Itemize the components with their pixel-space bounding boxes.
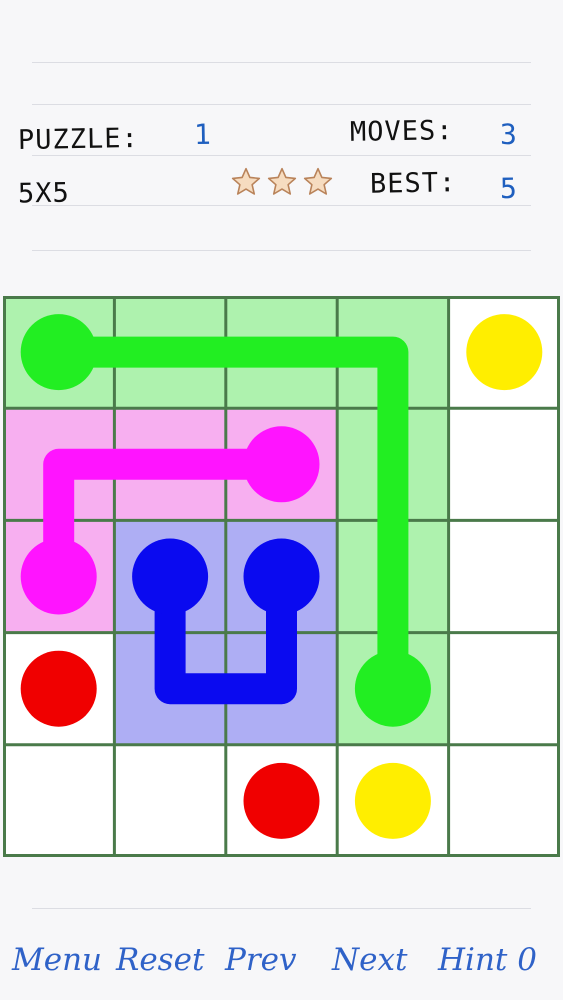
green-endpoint-dot[interactable] (354, 650, 431, 727)
board-cell[interactable] (448, 632, 560, 745)
green-endpoint-dot[interactable] (20, 314, 97, 391)
red-endpoint-dot[interactable] (20, 650, 97, 727)
moves-count: 3 (499, 117, 518, 152)
star-icon (303, 167, 333, 195)
prev-button[interactable]: Prev (225, 942, 297, 978)
next-button[interactable]: Next (332, 942, 407, 978)
yellow-endpoint-dot[interactable] (354, 762, 431, 839)
puzzle-label: PUZZLE: (17, 122, 140, 157)
best-score: 5 (499, 171, 518, 206)
reset-button[interactable]: Reset (116, 942, 204, 978)
blue-endpoint-dot[interactable] (243, 538, 320, 615)
red-endpoint-dot[interactable] (243, 762, 320, 839)
menu-button[interactable]: Menu (12, 942, 102, 978)
blue-endpoint-dot[interactable] (132, 538, 209, 615)
paper-line (32, 155, 531, 156)
board-cell[interactable] (448, 408, 560, 521)
best-label: BEST: (369, 167, 457, 200)
paper-line (32, 62, 531, 63)
rating-stars (230, 166, 334, 198)
board-size-label: 5X5 (17, 177, 71, 210)
magenta-endpoint-dot[interactable] (243, 426, 320, 503)
star-icon (231, 167, 261, 195)
puzzle-number: 1 (193, 117, 212, 152)
board-cell[interactable] (448, 520, 560, 633)
board-cell[interactable] (3, 744, 115, 857)
yellow-endpoint-dot[interactable] (466, 314, 543, 391)
paper-line (32, 908, 531, 909)
paper-line (32, 205, 531, 206)
board-cell[interactable] (448, 744, 560, 857)
moves-label: MOVES: (349, 115, 454, 148)
magenta-endpoint-dot[interactable] (20, 538, 97, 615)
footer-toolbar: Menu Reset Prev Next Hint 0 (0, 936, 563, 992)
paper-line (32, 250, 531, 251)
hint-button[interactable]: Hint 0 (438, 942, 537, 978)
game-board[interactable] (3, 296, 560, 857)
star-icon (267, 167, 297, 195)
board-cell[interactable] (114, 744, 226, 857)
paper-line (32, 104, 531, 105)
